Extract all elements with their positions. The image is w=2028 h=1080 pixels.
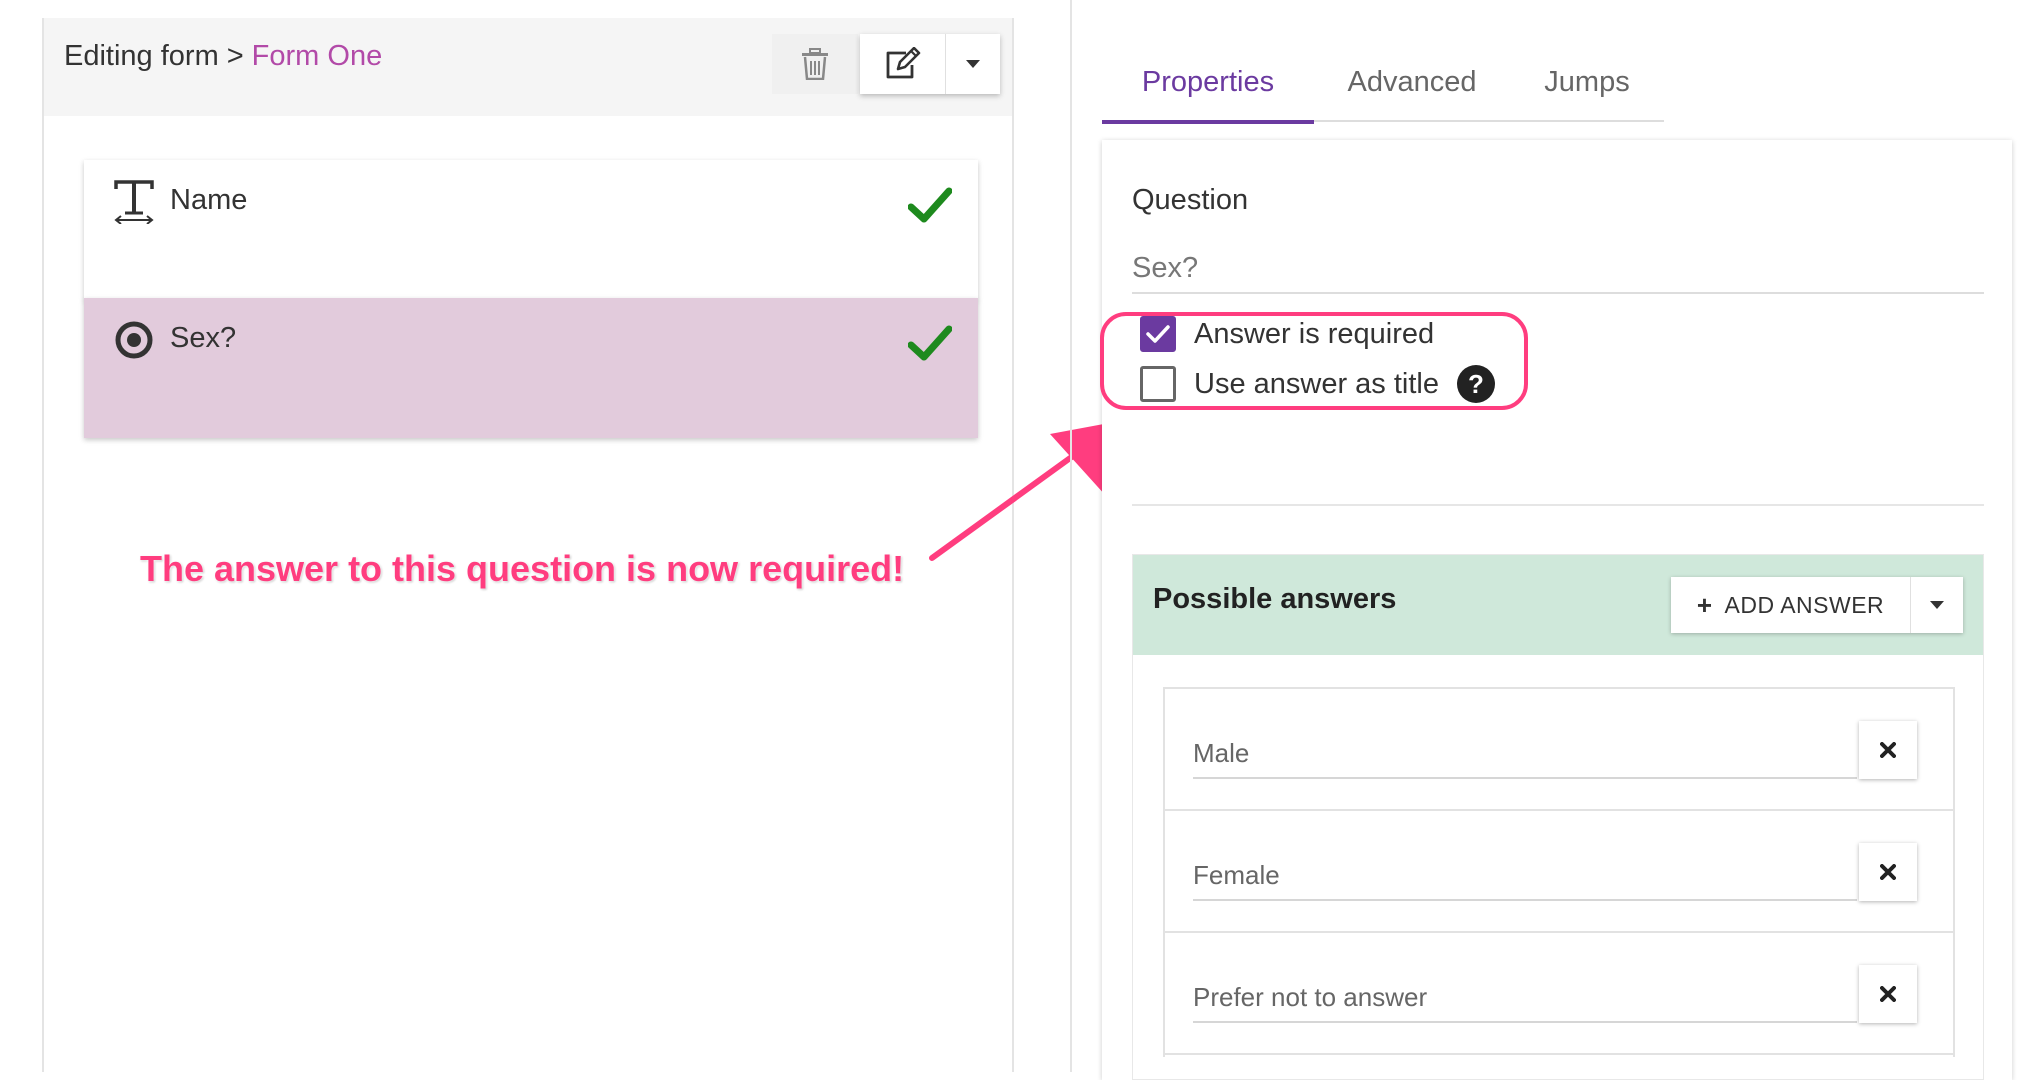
check-icon xyxy=(908,187,952,223)
question-title: Sex? xyxy=(170,322,237,354)
edit-menu-dropdown[interactable] xyxy=(946,34,1000,94)
close-icon xyxy=(1880,986,1896,1002)
svg-text:?: ? xyxy=(1468,369,1484,399)
caret-down-icon xyxy=(1930,601,1944,609)
close-icon xyxy=(1880,742,1896,758)
tab-jumps[interactable]: Jumps xyxy=(1510,60,1664,122)
edit-form-button[interactable] xyxy=(860,34,946,94)
edit-button-group xyxy=(860,34,1000,94)
properties-card: Question Answer is required Use answer a… xyxy=(1100,140,2012,1080)
question-title: Name xyxy=(170,184,248,216)
answers-list xyxy=(1163,687,1955,1057)
help-icon[interactable]: ? xyxy=(1457,365,1495,403)
breadcrumb: Editing form > Form One xyxy=(64,40,382,73)
plus-icon: + xyxy=(1696,589,1713,620)
question-card-name[interactable]: Name xyxy=(84,160,978,300)
caret-down-icon xyxy=(966,60,980,68)
section-divider xyxy=(1132,504,1984,506)
answer-input[interactable] xyxy=(1193,851,1857,901)
required-label: Answer is required xyxy=(1194,317,1435,350)
add-answer-group: + ADD ANSWER xyxy=(1671,577,1963,633)
possible-answers-header: Possible answers + ADD ANSWER xyxy=(1133,555,1983,655)
remove-answer-button[interactable] xyxy=(1859,721,1917,779)
radio-type-icon xyxy=(112,318,156,362)
remove-answer-button[interactable] xyxy=(1859,843,1917,901)
add-answer-label: ADD ANSWER xyxy=(1724,591,1885,618)
use-as-title-label: Use answer as title xyxy=(1194,367,1439,400)
possible-answers-title: Possible answers xyxy=(1153,583,1397,615)
form-editor-header: Editing form > Form One xyxy=(44,18,1012,116)
question-field-label: Question xyxy=(1132,184,1249,216)
answer-row xyxy=(1165,689,1953,811)
form-editor-panel: Editing form > Form One Name Sex? The an… xyxy=(42,18,1136,1072)
answer-input[interactable] xyxy=(1193,729,1857,779)
check-icon xyxy=(908,325,952,361)
annotation-text: The answer to this question is now requi… xyxy=(140,548,905,589)
property-tabs: Properties Advanced Jumps xyxy=(1102,60,1664,124)
remove-answer-button[interactable] xyxy=(1859,965,1917,1023)
add-answer-button[interactable]: + ADD ANSWER xyxy=(1671,577,1911,633)
question-input[interactable] xyxy=(1132,244,1984,294)
tab-properties[interactable]: Properties xyxy=(1102,60,1314,124)
text-type-icon xyxy=(112,180,156,224)
tab-advanced[interactable]: Advanced xyxy=(1314,60,1510,122)
use-as-title-checkbox[interactable] xyxy=(1140,366,1176,402)
add-answer-dropdown[interactable] xyxy=(1911,577,1963,633)
answer-row xyxy=(1165,933,1953,1055)
breadcrumb-prefix: Editing form xyxy=(64,40,219,72)
required-option[interactable]: Answer is required xyxy=(1140,314,1434,354)
edit-icon xyxy=(886,47,920,79)
required-checkbox[interactable] xyxy=(1140,316,1176,352)
trash-icon xyxy=(802,48,828,80)
close-icon xyxy=(1880,864,1896,880)
use-as-title-option[interactable]: Use answer as title ? xyxy=(1140,364,1495,404)
checkmark-icon xyxy=(1146,325,1170,343)
answer-row xyxy=(1165,811,1953,933)
answer-input[interactable] xyxy=(1193,973,1857,1023)
question-card-sex[interactable]: Sex? xyxy=(84,298,978,438)
breadcrumb-form-name[interactable]: Form One xyxy=(252,40,383,72)
possible-answers-panel: Possible answers + ADD ANSWER xyxy=(1132,554,1984,1080)
delete-form-button[interactable] xyxy=(772,34,858,94)
breadcrumb-separator: > xyxy=(226,40,244,72)
question-properties-panel: Properties Advanced Jumps Question Answe… xyxy=(1070,0,2028,1080)
